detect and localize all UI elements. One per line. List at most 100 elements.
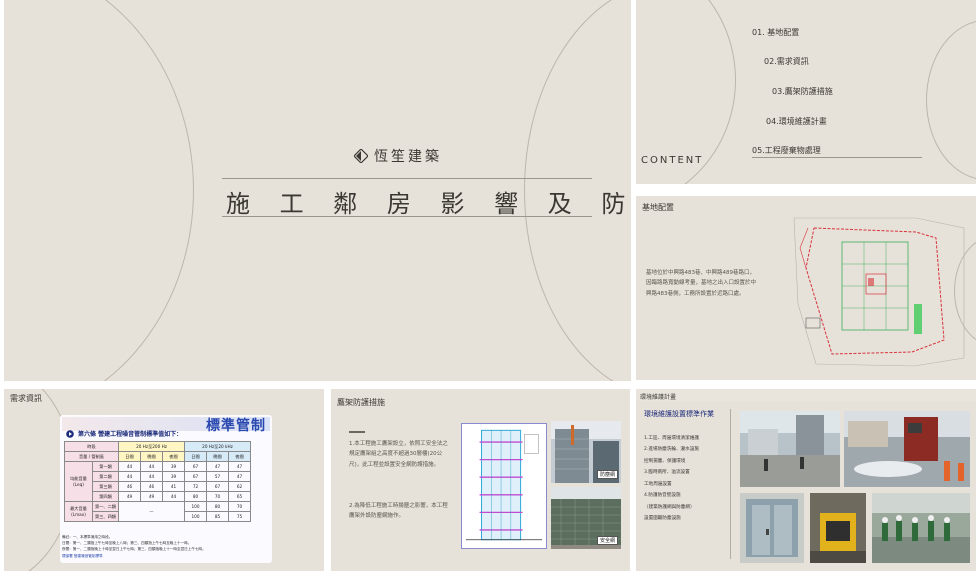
value-cell: 46 xyxy=(118,481,141,492)
env-item-list: 1.工區、周邊環境清潔維護 2.進場防塵洗輪、灑水設施 控制揚塵、保護環境 3.… xyxy=(644,433,699,525)
card-footer: 環保署 營建噪音管制標準 xyxy=(62,554,103,558)
table-note: 備註：一、本標準適用之時段。 xyxy=(62,535,113,539)
site-workers-photo xyxy=(872,493,970,563)
period-cell: 晚間 xyxy=(206,451,229,462)
toilet-facility-photo xyxy=(740,493,804,563)
noise-barrier-photo-image xyxy=(810,493,866,563)
card-subtitle: 第六條 營建工程噪音管制標準值如下： xyxy=(78,431,183,438)
company-logo-icon xyxy=(354,149,368,163)
period-cell: 日間 xyxy=(184,451,207,462)
divider xyxy=(730,409,731,559)
zone-cell: 第四類 xyxy=(92,491,119,502)
title-rule-top xyxy=(222,178,592,179)
environment-slide[interactable]: 環境維護計畫 環境維護設置標準作業 1.工區、周邊環境清潔維護 2.進場防塵洗輪… xyxy=(636,389,976,571)
toc-item-site-layout: 01. 基地配置 xyxy=(752,28,800,37)
value-cell: 100 xyxy=(184,501,207,512)
period-cell: 夜間 xyxy=(228,451,251,462)
value-cell: 47 xyxy=(228,471,251,482)
volume-header-cell: 音量 / 管制區 xyxy=(64,451,119,462)
value-cell: 85 xyxy=(206,511,229,522)
decorative-arc xyxy=(4,0,194,381)
period-cell: 夜間 xyxy=(162,451,185,462)
table-note: 夜間：第一、二類指晚上十時至翌日上午七時；第三、四類指晚上十一時至翌日上午七時。 xyxy=(62,547,206,551)
site-plan-slide[interactable]: 基地配置 基地位於中興路483巷、中興路489巷路口，因臨路路寬動線考量，基地之… xyxy=(636,196,976,380)
arrow-bullet-icon xyxy=(66,430,74,438)
card-title: 標準管制 xyxy=(206,418,266,434)
toc-item-demand-info: 02.需求資訊 xyxy=(764,57,809,66)
slide-title: 環境維護計畫 xyxy=(636,389,976,401)
site-workers-photo-image xyxy=(872,493,970,563)
presentation-title: 施 工 鄰 房 影 響 及 防 護 措 施 xyxy=(226,190,631,218)
scaffold-paragraph-1: 1.本工程施工鷹架設立，依照工安全法之規定鷹架組之高度不超過30層樓(20公尺)… xyxy=(349,441,448,468)
value-cell: 80 xyxy=(206,501,229,512)
value-cell: 70 xyxy=(206,491,229,502)
value-cell: 47 xyxy=(206,461,229,472)
street-cleaning-photo xyxy=(740,411,840,487)
value-cell: 49 xyxy=(118,491,141,502)
truck-wash-photo-image xyxy=(844,411,970,487)
freq-high-header: 20 Hz至20 kHz xyxy=(184,441,251,452)
list-item: 4.防護防音壁設施 xyxy=(644,493,681,499)
zone-header: 管制區 xyxy=(91,453,105,459)
value-cell: 47 xyxy=(228,461,251,472)
value-cell: 46 xyxy=(140,481,163,492)
value-cell: 41 xyxy=(162,481,185,492)
value-cell: 44 xyxy=(140,471,163,482)
value-cell: 67 xyxy=(184,461,207,472)
value-cell: 44 xyxy=(118,461,141,472)
volume-header: 音量 xyxy=(78,453,88,459)
freq-low-header: 20 Hz至200 Hz xyxy=(118,441,185,452)
safety-net-label: 安全網 xyxy=(596,536,618,545)
list-item: 設置圍籬防塵設施 xyxy=(644,516,681,522)
title-slide[interactable]: 恆笙建築 施 工 鄰 房 影 響 及 防 護 措 施 xyxy=(4,0,631,381)
list-item: 1.工區、周邊環境清潔維護 xyxy=(644,436,699,441)
period-cell: 日間 xyxy=(118,451,141,462)
value-cell: 39 xyxy=(162,461,185,472)
value-cell: 67 xyxy=(184,471,207,482)
toc-item-waste: 05.工程廢棄物處理 xyxy=(752,146,821,155)
value-cell: 70 xyxy=(228,501,251,512)
toc-rule xyxy=(752,157,922,158)
accent-dash xyxy=(349,431,365,433)
noise-barrier-photo xyxy=(810,493,866,563)
value-cell: 44 xyxy=(118,471,141,482)
table-row: 均能音量(Leq) 第一類 44 44 39 67 47 47 xyxy=(64,461,251,502)
table-row: 最大音量(Lmax) 第一、二類 — 100 80 70 xyxy=(64,501,251,522)
list-item: 2.進場防塵洗輪、灑水設施 xyxy=(644,447,699,453)
value-cell: 100 xyxy=(184,511,207,522)
noise-standard-card: 標準管制 第六條 營建工程噪音管制標準值如下： 時段 20 Hz至200 Hz … xyxy=(60,415,272,563)
period-cell: 晚間 xyxy=(140,451,163,462)
zone-cell: 第一、二類 xyxy=(92,501,119,512)
noise-limit-table: 時段 20 Hz至200 Hz 20 Hz至20 kHz 音量 / 管制區 日間… xyxy=(64,441,251,522)
safety-net-photo: 安全網 xyxy=(551,487,621,549)
lmax-label: 最大音量(Lmax) xyxy=(64,501,93,522)
scaffold-elevation-drawing xyxy=(461,423,547,549)
dust-net-label: 防塵網 xyxy=(596,470,618,479)
zone-cell: 第一類 xyxy=(92,461,119,472)
zone-cell: 第二類 xyxy=(92,471,119,482)
value-cell: 39 xyxy=(162,471,185,482)
demand-info-slide[interactable]: 需求資訊 標準管制 第六條 營建工程噪音管制標準值如下： 時段 20 Hz至20… xyxy=(4,389,324,571)
value-cell: 49 xyxy=(140,491,163,502)
site-plan-drawing xyxy=(793,217,965,367)
zone-cell: 第三、四類 xyxy=(92,511,119,522)
list-item: 工地周邊設置 xyxy=(644,481,672,487)
value-cell: 75 xyxy=(228,511,251,522)
scaffold-paragraph-2: 2.為降低工程施工時揚塵之影響，本工程鷹架外設防塵網施作。 xyxy=(349,503,448,520)
decorative-arc xyxy=(926,20,976,180)
table-row: 第四類 49 49 44 80 70 65 xyxy=(65,491,251,502)
env-section-title: 環境維護設置標準作業 xyxy=(644,410,714,418)
brand-name: 恆笙建築 xyxy=(374,149,442,165)
slide-title: 基地配置 xyxy=(642,203,674,212)
value-cell: 44 xyxy=(140,461,163,472)
slide-title: 鷹架防護措施 xyxy=(337,398,385,407)
toc-item-scaffold: 03.鷹架防護措施 xyxy=(772,87,833,96)
contents-slide[interactable]: 01. 基地配置 02.需求資訊 03.鷹架防護措施 04.環境維護計畫 05.… xyxy=(636,0,976,184)
zone-cell: 第三類 xyxy=(92,481,119,492)
toilet-facility-photo-image xyxy=(740,493,804,563)
leq-label: 均能音量(Leq) xyxy=(64,461,93,502)
value-cell: 72 xyxy=(184,481,207,492)
dust-net-photo: 防塵網 xyxy=(551,421,621,483)
truck-wash-photo xyxy=(844,411,970,487)
scaffold-slide[interactable]: 鷹架防護措施 1.本工程施工鷹架設立，依照工安全法之規定鷹架組之高度不超過30層… xyxy=(331,389,630,571)
